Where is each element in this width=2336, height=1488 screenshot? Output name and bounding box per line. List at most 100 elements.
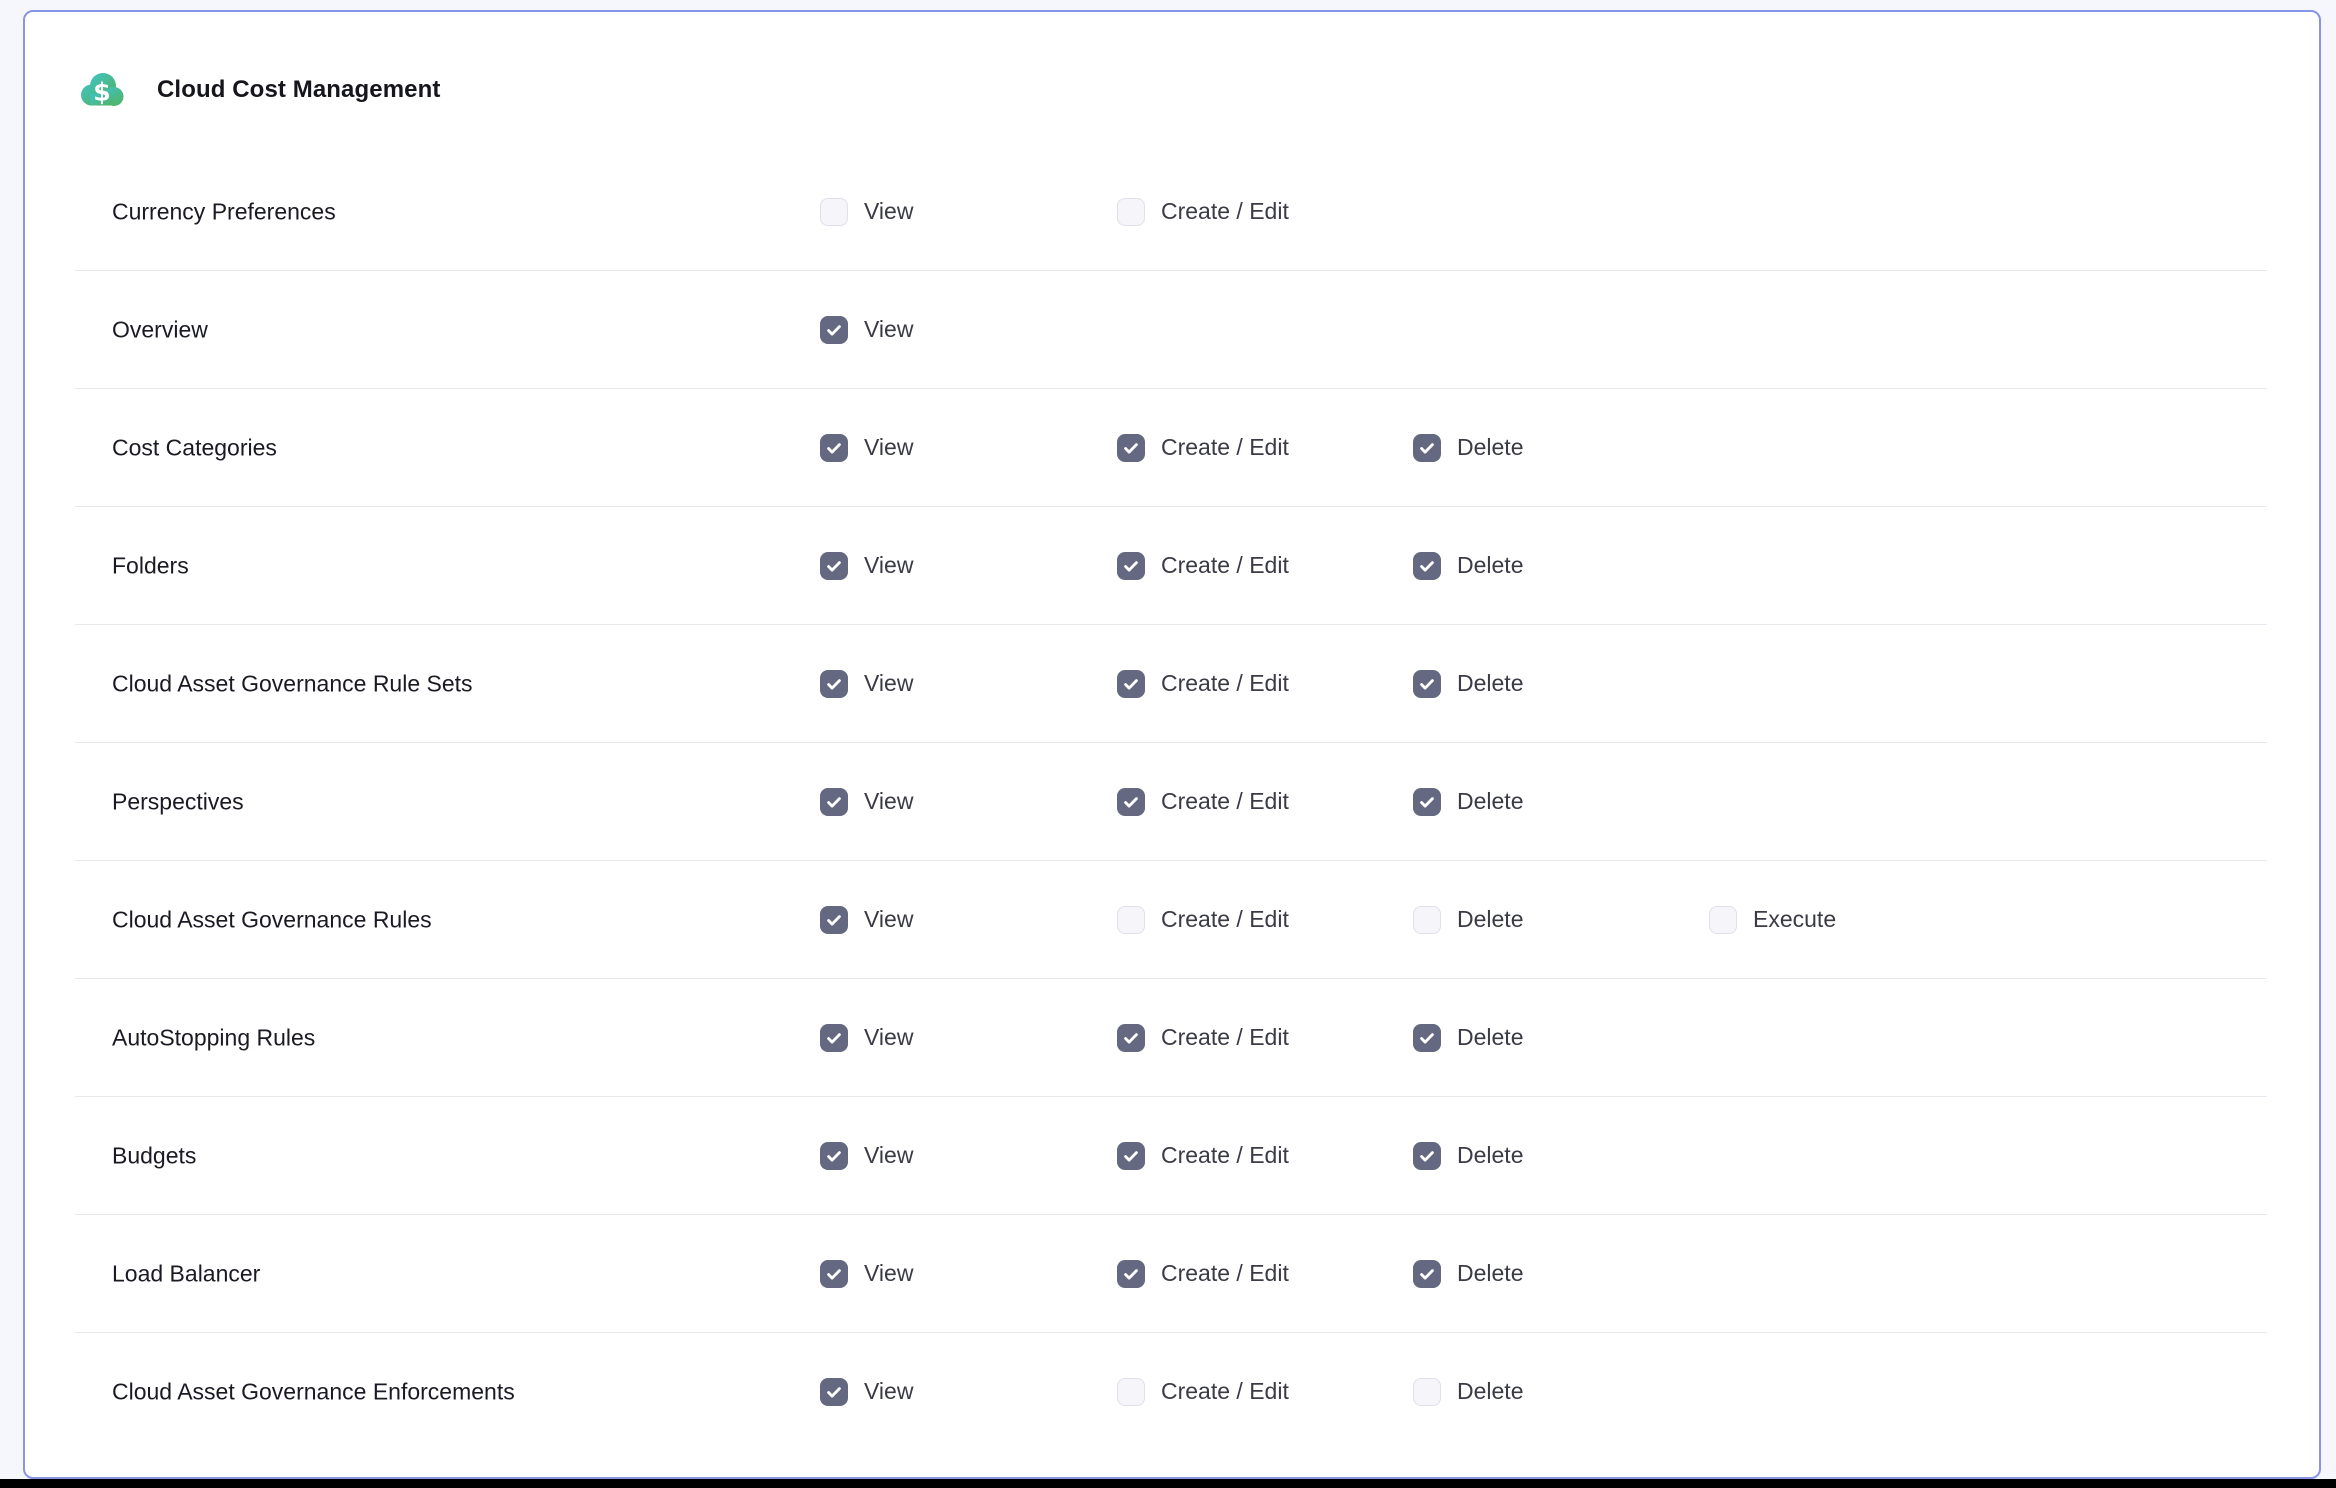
create-edit-checkbox[interactable]	[1117, 1024, 1145, 1052]
delete-checkbox[interactable]	[1413, 434, 1441, 462]
permission-cell: Execute	[1709, 906, 1836, 934]
checkbox-label[interactable]: View	[864, 1142, 913, 1169]
checkmark-icon	[824, 320, 844, 340]
checkbox-label[interactable]: Create / Edit	[1161, 552, 1289, 579]
create-edit-checkbox[interactable]	[1117, 552, 1145, 580]
create-edit-checkbox[interactable]	[1117, 788, 1145, 816]
permission-cell: View	[820, 670, 913, 698]
delete-checkbox[interactable]	[1413, 906, 1441, 934]
cloud-dollar-icon: $	[77, 69, 127, 111]
permission-cell: Create / Edit	[1117, 1024, 1289, 1052]
create-edit-checkbox[interactable]	[1117, 1142, 1145, 1170]
checkbox-label[interactable]: Delete	[1457, 1378, 1523, 1405]
checkbox-label[interactable]: Create / Edit	[1161, 1260, 1289, 1287]
checkbox-label[interactable]: View	[864, 1378, 913, 1405]
checkmark-icon	[1121, 438, 1141, 458]
checkmark-icon	[1121, 1264, 1141, 1284]
checkbox-label[interactable]: Create / Edit	[1161, 906, 1289, 933]
delete-checkbox[interactable]	[1413, 1378, 1441, 1406]
checkmark-icon	[824, 1382, 844, 1402]
view-checkbox[interactable]	[820, 788, 848, 816]
permission-cell: Create / Edit	[1117, 670, 1289, 698]
checkbox-label[interactable]: View	[864, 788, 913, 815]
checkbox-label[interactable]: Delete	[1457, 1024, 1523, 1051]
checkbox-label[interactable]: Delete	[1457, 906, 1523, 933]
permission-cell: Create / Edit	[1117, 434, 1289, 462]
view-checkbox[interactable]	[820, 1142, 848, 1170]
checkbox-label[interactable]: Create / Edit	[1161, 434, 1289, 461]
checkbox-label[interactable]: Delete	[1457, 670, 1523, 697]
module-header: $ Cloud Cost Management	[77, 68, 440, 112]
view-checkbox[interactable]	[820, 1024, 848, 1052]
delete-checkbox[interactable]	[1413, 1024, 1441, 1052]
checkbox-label[interactable]: View	[864, 198, 913, 225]
view-checkbox[interactable]	[820, 1260, 848, 1288]
permission-cell: Create / Edit	[1117, 1142, 1289, 1170]
checkbox-label[interactable]: View	[864, 670, 913, 697]
checkbox-label[interactable]: Execute	[1753, 906, 1836, 933]
checkbox-label[interactable]: Create / Edit	[1161, 1142, 1289, 1169]
checkbox-label[interactable]: View	[864, 1260, 913, 1287]
checkmark-icon	[1121, 674, 1141, 694]
permission-cell: Delete	[1413, 1260, 1523, 1288]
permission-cell: Delete	[1413, 788, 1523, 816]
page: $ Cloud Cost Management Currency Prefere…	[0, 0, 2336, 1488]
checkbox-label[interactable]: Delete	[1457, 552, 1523, 579]
delete-checkbox[interactable]	[1413, 788, 1441, 816]
checkbox-label[interactable]: View	[864, 316, 913, 343]
checkbox-label[interactable]: View	[864, 1024, 913, 1051]
create-edit-checkbox[interactable]	[1117, 434, 1145, 462]
view-checkbox[interactable]	[820, 1378, 848, 1406]
view-checkbox[interactable]	[820, 198, 848, 226]
create-edit-checkbox[interactable]	[1117, 1378, 1145, 1406]
checkbox-label[interactable]: View	[864, 552, 913, 579]
resource-label: Cloud Asset Governance Enforcements	[112, 1378, 515, 1405]
resource-label: Cloud Asset Governance Rule Sets	[112, 670, 473, 697]
checkmark-icon	[1417, 1028, 1437, 1048]
window-bottom-edge	[0, 1479, 2336, 1488]
permission-cell: View	[820, 198, 913, 226]
permission-cell: Delete	[1413, 906, 1523, 934]
checkbox-label[interactable]: Create / Edit	[1161, 788, 1289, 815]
permission-cell: Delete	[1413, 670, 1523, 698]
checkbox-label[interactable]: Delete	[1457, 1142, 1523, 1169]
checkmark-icon	[1121, 556, 1141, 576]
checkbox-label[interactable]: View	[864, 906, 913, 933]
view-checkbox[interactable]	[820, 906, 848, 934]
checkmark-icon	[1121, 1146, 1141, 1166]
create-edit-checkbox[interactable]	[1117, 1260, 1145, 1288]
create-edit-checkbox[interactable]	[1117, 198, 1145, 226]
permission-cell: Create / Edit	[1117, 198, 1289, 226]
permission-cell: Delete	[1413, 1378, 1523, 1406]
checkbox-label[interactable]: View	[864, 434, 913, 461]
permission-row: Cost CategoriesViewCreate / EditDelete	[75, 389, 2267, 507]
checkbox-label[interactable]: Create / Edit	[1161, 198, 1289, 225]
delete-checkbox[interactable]	[1413, 670, 1441, 698]
checkbox-label[interactable]: Create / Edit	[1161, 1024, 1289, 1051]
delete-checkbox[interactable]	[1413, 1260, 1441, 1288]
permission-row: PerspectivesViewCreate / EditDelete	[75, 743, 2267, 861]
checkmark-icon	[1417, 438, 1437, 458]
view-checkbox[interactable]	[820, 434, 848, 462]
view-checkbox[interactable]	[820, 552, 848, 580]
dollar-glyph: $	[93, 78, 110, 107]
checkbox-label[interactable]: Delete	[1457, 1260, 1523, 1287]
permission-cell: View	[820, 1142, 913, 1170]
permission-row: Cloud Asset Governance Rule Sets View Crea…	[75, 625, 2267, 743]
checkbox-label[interactable]: Create / Edit	[1161, 670, 1289, 697]
execute-checkbox[interactable]	[1709, 906, 1737, 934]
view-checkbox[interactable]	[820, 316, 848, 344]
create-edit-checkbox[interactable]	[1117, 670, 1145, 698]
permission-row: Cloud Asset Governance Enforcements View C…	[75, 1333, 2267, 1450]
delete-checkbox[interactable]	[1413, 552, 1441, 580]
permission-cell: Delete	[1413, 1142, 1523, 1170]
permission-row: Load BalancerViewCreate / EditDelete	[75, 1215, 2267, 1333]
permission-cell: View	[820, 906, 913, 934]
view-checkbox[interactable]	[820, 670, 848, 698]
checkbox-label[interactable]: Delete	[1457, 434, 1523, 461]
delete-checkbox[interactable]	[1413, 1142, 1441, 1170]
checkbox-label[interactable]: Create / Edit	[1161, 1378, 1289, 1405]
permission-row: BudgetsViewCreate / EditDelete	[75, 1097, 2267, 1215]
create-edit-checkbox[interactable]	[1117, 906, 1145, 934]
checkbox-label[interactable]: Delete	[1457, 788, 1523, 815]
